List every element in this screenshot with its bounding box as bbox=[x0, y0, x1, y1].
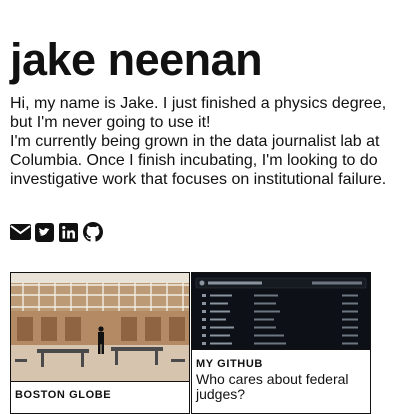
twitter-link[interactable] bbox=[34, 221, 55, 243]
email-link[interactable] bbox=[10, 221, 31, 243]
github-repo-screenshot bbox=[192, 273, 370, 349]
page-title: jake neenan bbox=[10, 34, 263, 85]
bio-line-2: I'm currently being grown in the data jo… bbox=[10, 133, 387, 188]
card-kicker: MY GITHUB bbox=[196, 358, 263, 370]
prison-photo-illustration bbox=[11, 273, 189, 381]
social-links bbox=[10, 221, 103, 243]
bio-line-1: Hi, my name is Jake. I just finished a p… bbox=[10, 95, 387, 131]
card-divider bbox=[192, 349, 370, 350]
github-icon bbox=[82, 222, 103, 242]
linkedin-link[interactable] bbox=[58, 221, 79, 243]
card-kicker: BOSTON GLOBE bbox=[15, 389, 112, 401]
prison-cell-block-photo bbox=[11, 273, 189, 381]
github-screenshot-illustration bbox=[192, 273, 370, 349]
article-card-github[interactable]: MY GITHUB Who cares about federal judges… bbox=[191, 272, 371, 414]
github-link[interactable] bbox=[82, 221, 103, 243]
article-card-boston-globe[interactable]: BOSTON GLOBE bbox=[10, 272, 190, 414]
linkedin-icon bbox=[59, 222, 78, 242]
twitter-icon bbox=[35, 222, 54, 242]
card-divider bbox=[11, 381, 189, 382]
bio: Hi, my name is Jake. I just finished a p… bbox=[10, 94, 395, 189]
card-headline[interactable]: Who cares about federal judges? bbox=[196, 372, 366, 402]
email-icon bbox=[10, 224, 31, 240]
